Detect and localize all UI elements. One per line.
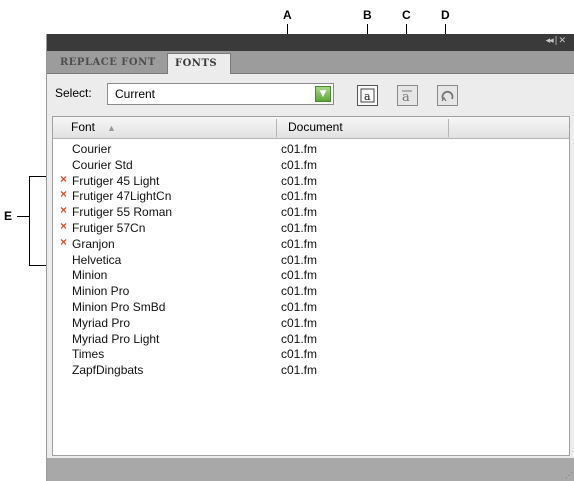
tab-replace-font[interactable]: REPLACE FONT	[53, 53, 167, 73]
font-name-cell: Minion Pro SmBd	[72, 299, 166, 314]
select-dropdown[interactable]: Current ▼	[107, 83, 334, 105]
table-row[interactable]: Helvetica c01.fm	[53, 253, 569, 269]
replace-font-button[interactable]: a	[357, 85, 378, 106]
refresh-button[interactable]	[437, 85, 458, 106]
select-label: Select:	[55, 86, 92, 100]
panel-titlebar: ◂◂ | ✕	[47, 34, 574, 51]
missing-font-icon: ×	[60, 171, 68, 186]
table-row[interactable]: × Frutiger 45 Light c01.fm	[53, 171, 569, 190]
column-header-font-label: Font	[71, 120, 96, 134]
document-cell: c01.fm	[281, 157, 318, 172]
refresh-icon	[441, 91, 454, 102]
svg-text:a: a	[364, 90, 371, 103]
callout-e: E	[4, 209, 13, 223]
callout-e-bracket	[29, 176, 30, 266]
missing-font-icon: ×	[60, 203, 68, 218]
list-rows: Courier c01.fm Courier Std c01.fm × Frutiger …	[53, 142, 569, 379]
document-cell: c01.fm	[281, 173, 318, 188]
font-name-cell: Courier	[72, 142, 112, 156]
font-name-cell: Myriad Pro	[72, 315, 131, 330]
document-cell: c01.fm	[281, 236, 318, 251]
column-divider[interactable]	[276, 119, 277, 137]
table-row[interactable]: Minion c01.fm	[53, 268, 569, 284]
table-row[interactable]: Myriad Pro Light c01.fm	[53, 332, 569, 348]
table-row[interactable]: ZapfDingbats c01.fm	[53, 363, 569, 379]
callout-c: C	[402, 8, 411, 22]
document-cell: c01.fm	[281, 284, 318, 299]
table-row[interactable]: Minion Pro SmBd c01.fm	[53, 300, 569, 316]
resize-grip-icon[interactable]: ⋰	[565, 471, 573, 480]
select-value: Current	[115, 87, 156, 101]
font-name-cell: Minion Pro	[72, 284, 130, 299]
table-row[interactable]: Courier Std c01.fm	[53, 158, 569, 174]
svg-text:a: a	[402, 90, 410, 103]
document-cell: c01.fm	[281, 331, 318, 346]
font-name-cell: Myriad Pro Light	[72, 331, 160, 346]
document-cell: c01.fm	[281, 205, 318, 220]
replace-font-icon: a	[360, 88, 375, 103]
column-header-document[interactable]: Document	[288, 117, 343, 138]
table-row[interactable]: Minion Pro c01.fm	[53, 284, 569, 300]
document-cell: c01.fm	[281, 315, 318, 330]
callout-d: D	[441, 8, 450, 22]
tab-fonts[interactable]: FONTS	[167, 53, 231, 74]
font-name-cell: ZapfDingbats	[72, 363, 144, 378]
column-divider[interactable]	[448, 119, 449, 137]
callout-e-tick	[17, 216, 29, 217]
font-name-cell: Courier Std	[72, 157, 133, 172]
font-name-cell: Frutiger 55 Roman	[72, 205, 173, 220]
missing-font-icon: ×	[60, 234, 68, 249]
font-name-cell: Frutiger 47LightCn	[72, 189, 172, 204]
missing-font-icon: ×	[60, 187, 68, 202]
callout-a: A	[283, 8, 292, 22]
table-row[interactable]: Myriad Pro c01.fm	[53, 316, 569, 332]
tab-bar: REPLACE FONT FONTS	[47, 51, 574, 74]
callout-b: B	[363, 8, 372, 22]
table-row[interactable]: × Granjon c01.fm	[53, 234, 569, 253]
font-name-cell: Helvetica	[72, 252, 122, 267]
font-case-button[interactable]: a	[397, 85, 418, 106]
table-row[interactable]: × Frutiger 55 Roman c01.fm	[53, 203, 569, 221]
document-cell: c01.fm	[281, 189, 318, 204]
document-cell: c01.fm	[281, 268, 318, 283]
sort-ascending-icon: ▲	[107, 123, 116, 133]
chevron-down-icon[interactable]: ▼	[315, 86, 331, 102]
document-cell: c01.fm	[281, 347, 318, 362]
table-row[interactable]: Times c01.fm	[53, 347, 569, 363]
column-header-font[interactable]: Font ▲	[71, 117, 116, 138]
table-row[interactable]: × Frutiger 57Cn c01.fm	[53, 218, 569, 237]
document-cell: c01.fm	[281, 299, 318, 314]
font-name-cell: Frutiger 45 Light	[72, 173, 160, 188]
table-row[interactable]: Courier c01.fm	[53, 142, 569, 158]
font-name-cell: Times	[72, 347, 105, 362]
font-name-cell: Minion	[72, 268, 108, 283]
font-case-icon: a	[402, 90, 412, 103]
missing-font-icon: ×	[60, 218, 68, 233]
font-list: Font ▲ Document Courier c01.fm Courier Std c…	[52, 116, 570, 456]
document-cell: c01.fm	[281, 363, 318, 378]
document-cell: c01.fm	[281, 142, 318, 156]
panel-statusbar: ⋰	[47, 458, 574, 481]
collapse-close-icon[interactable]: ◂◂ | ✕	[546, 36, 566, 46]
list-header: Font ▲ Document	[53, 117, 569, 139]
fonts-panel: ◂◂ | ✕ REPLACE FONT FONTS Select: Curren…	[46, 34, 574, 481]
font-name-cell: Granjon	[72, 236, 115, 251]
document-cell: c01.fm	[281, 252, 318, 267]
table-row[interactable]: × Frutiger 47LightCn c01.fm	[53, 187, 569, 205]
document-cell: c01.fm	[281, 220, 318, 235]
font-name-cell: Frutiger 57Cn	[72, 220, 146, 235]
